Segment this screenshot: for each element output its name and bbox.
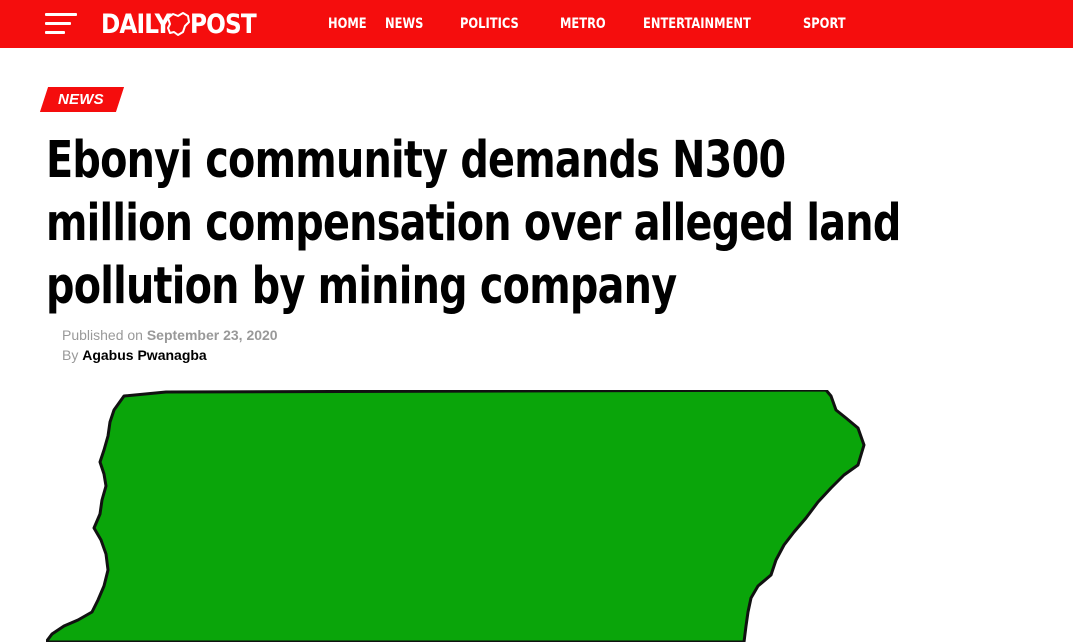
published-prefix: Published on: [62, 327, 143, 343]
nav-item-politics[interactable]: POLITICS: [460, 16, 519, 32]
logo-text-post: POST: [189, 8, 257, 40]
menu-line: [45, 31, 65, 34]
hamburger-menu-icon[interactable]: [45, 13, 77, 35]
article-meta: Published on September 23, 2020 By Agabu…: [62, 325, 278, 365]
author-link[interactable]: Agabus Pwanagba: [82, 347, 206, 363]
nigeria-map-image: [46, 390, 866, 642]
site-logo[interactable]: DAILY POST: [101, 7, 267, 41]
byline: By Agabus Pwanagba: [62, 345, 278, 365]
menu-line: [45, 22, 71, 25]
by-prefix: By: [62, 347, 79, 363]
published-line: Published on September 23, 2020: [62, 325, 278, 345]
nav-item-entertainment[interactable]: ENTERTAINMENT: [643, 16, 751, 32]
logo-text-daily: DAILY: [101, 8, 171, 40]
published-date: September 23, 2020: [146, 327, 278, 343]
category-label[interactable]: NEWS: [58, 91, 104, 108]
nav-item-sport[interactable]: SPORT: [803, 16, 846, 32]
top-navigation-bar: DAILY POST HOME NEWS POLITICS METRO ENTE…: [0, 0, 1073, 48]
featured-image: [46, 390, 867, 642]
nav-item-home[interactable]: HOME: [328, 16, 367, 32]
nav-item-news[interactable]: NEWS: [385, 16, 423, 32]
main-nav: HOME NEWS POLITICS METRO ENTERTAINMENT S…: [328, 0, 883, 48]
menu-line: [45, 13, 77, 16]
article-title: Ebonyi community demands N300 million co…: [46, 131, 901, 316]
nav-item-metro[interactable]: METRO: [560, 16, 606, 32]
